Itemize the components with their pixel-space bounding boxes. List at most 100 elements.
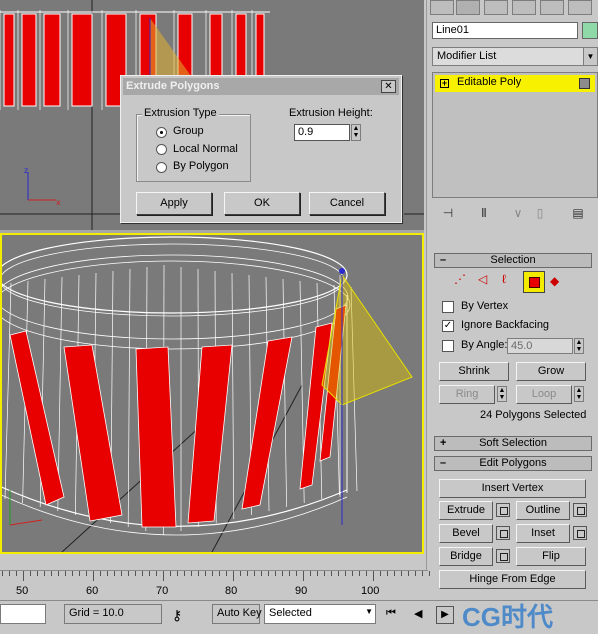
timeline-tick	[338, 571, 339, 576]
grow-button[interactable]: Grow	[516, 362, 586, 381]
cancel-button[interactable]: Cancel	[309, 192, 385, 215]
selected-polygon	[3, 13, 15, 107]
expand-icon[interactable]: +	[440, 79, 449, 88]
modifier-list-dropdown[interactable]: Modifier List ▼	[432, 47, 598, 66]
flip-button[interactable]: Flip	[516, 547, 586, 566]
inset-button[interactable]: Inset	[516, 524, 570, 543]
utilities-tab-icon[interactable]	[568, 0, 592, 15]
edit-polygons-rollout-title: Edit Polygons	[479, 457, 547, 469]
close-icon[interactable]: ✕	[381, 80, 396, 93]
shrink-button[interactable]: Shrink	[439, 362, 509, 381]
configure-sets-icon[interactable]: ▤	[568, 206, 588, 224]
bridge-settings-button[interactable]	[496, 549, 510, 563]
hierarchy-tab-icon[interactable]	[484, 0, 508, 15]
create-tab-icon[interactable]	[430, 0, 454, 15]
timeline-tick	[303, 571, 304, 581]
timeline-tick	[205, 571, 206, 576]
timeline-tick	[282, 571, 283, 576]
timeline-tick	[219, 571, 220, 576]
timeline-tick	[198, 571, 199, 576]
make-unique-icon[interactable]: ∨	[508, 206, 528, 224]
by-vertex-checkbox[interactable]	[442, 301, 454, 313]
extrusion-height-spinner[interactable]: ▲ ▼	[351, 124, 361, 141]
key-icon[interactable]: ⚷	[172, 607, 182, 624]
perspective-viewport[interactable]	[0, 233, 424, 554]
go-to-start-icon[interactable]: ⏮	[386, 607, 396, 620]
timeline-tick	[72, 571, 73, 576]
play-icon[interactable]: ▶	[436, 606, 454, 624]
timeline-tick	[296, 571, 297, 576]
ignore-backfacing-checkbox[interactable]: ✓	[442, 320, 454, 332]
timeline-label-60: 60	[86, 585, 99, 597]
timeline-tick	[226, 571, 227, 576]
expand-sign: +	[440, 437, 447, 449]
object-name-field[interactable]: Line01	[432, 22, 578, 39]
loop-button[interactable]: Loop	[516, 385, 572, 404]
timeline-tick	[65, 571, 66, 576]
selection-rollout-header[interactable]: – Selection	[434, 253, 592, 268]
edge-subobject-icon[interactable]: ◁	[478, 272, 494, 290]
element-subobject-icon[interactable]: ◆	[550, 274, 566, 290]
radio-by-polygon[interactable]	[156, 162, 167, 173]
radio-local-normal-label: Local Normal	[173, 143, 238, 155]
outline-button[interactable]: Outline	[516, 501, 570, 520]
chevron-down-icon: ▼	[365, 607, 373, 616]
timeline-tick	[44, 571, 45, 576]
inset-settings-button[interactable]	[573, 526, 587, 540]
by-angle-spinner[interactable]: ▲ ▼	[574, 338, 584, 354]
polygon-subobject-button[interactable]	[523, 271, 545, 293]
timeline-tick	[261, 571, 262, 576]
stack-item-editable-poly[interactable]: + Editable Poly	[435, 75, 595, 92]
modify-tab-icon[interactable]	[456, 0, 480, 15]
timeline-tick	[317, 571, 318, 576]
object-color-swatch[interactable]	[582, 22, 598, 39]
selection-status: 24 Polygons Selected	[480, 409, 587, 421]
motion-tab-icon[interactable]	[512, 0, 536, 15]
timeline-tick	[163, 571, 164, 581]
border-subobject-icon[interactable]: ℓ	[502, 272, 518, 290]
extrude-settings-button[interactable]	[496, 503, 510, 517]
previous-frame-icon[interactable]: ◀	[414, 607, 422, 620]
radio-local-normal[interactable]	[156, 144, 167, 155]
timeline-tick	[23, 571, 24, 581]
outline-settings-button[interactable]	[573, 503, 587, 517]
timeline-tick	[254, 571, 255, 576]
timeline-ruler[interactable]: 50 60 70 80 90 100	[0, 570, 430, 600]
insert-vertex-button[interactable]: Insert Vertex	[439, 479, 586, 498]
extrude-button[interactable]: Extrude	[439, 501, 493, 520]
ignore-backfacing-label: Ignore Backfacing	[461, 319, 550, 331]
timeline-tick	[289, 571, 290, 576]
ring-spinner[interactable]: ▲ ▼	[497, 386, 507, 402]
timeline-tick	[247, 571, 248, 576]
timeline-tick	[177, 571, 178, 576]
display-tab-icon[interactable]	[540, 0, 564, 15]
edit-polygons-rollout-header[interactable]: – Edit Polygons	[434, 456, 592, 471]
soft-selection-rollout-header[interactable]: + Soft Selection	[434, 436, 592, 451]
vertex-subobject-icon[interactable]: ⋰	[454, 272, 470, 290]
show-end-result-icon[interactable]: Ⅱ	[474, 206, 494, 224]
extrude-polygons-dialog: Extrude Polygons ✕ Extrusion Type Group …	[120, 75, 402, 223]
ok-button[interactable]: OK	[224, 192, 300, 215]
auto-key-button[interactable]: Auto Key	[212, 604, 262, 624]
timeline-tick	[9, 571, 10, 576]
by-angle-field[interactable]: 45.0	[507, 338, 573, 354]
apply-button[interactable]: Apply	[136, 192, 212, 215]
stack-item-toggle[interactable]	[579, 78, 590, 89]
timeline-tick	[352, 571, 353, 576]
timeline-tick	[275, 571, 276, 576]
by-angle-checkbox[interactable]	[442, 340, 454, 352]
timeline-tick	[373, 571, 374, 581]
status-prompt-field[interactable]	[0, 604, 46, 624]
bridge-button[interactable]: Bridge	[439, 547, 493, 566]
ring-button[interactable]: Ring	[439, 385, 495, 404]
bevel-settings-button[interactable]	[496, 526, 510, 540]
hinge-from-edge-button[interactable]: Hinge From Edge	[439, 570, 586, 589]
pin-stack-icon[interactable]: ⊣	[438, 206, 458, 224]
selected-dropdown[interactable]: Selected ▼	[264, 604, 376, 624]
loop-spinner[interactable]: ▲ ▼	[574, 386, 584, 402]
radio-group[interactable]	[156, 127, 167, 138]
extrusion-height-field[interactable]: 0.9	[294, 124, 350, 141]
bevel-button[interactable]: Bevel	[439, 524, 493, 543]
dialog-title-bar[interactable]: Extrude Polygons ✕	[123, 78, 399, 95]
remove-modifier-icon[interactable]: ▯	[530, 206, 550, 224]
